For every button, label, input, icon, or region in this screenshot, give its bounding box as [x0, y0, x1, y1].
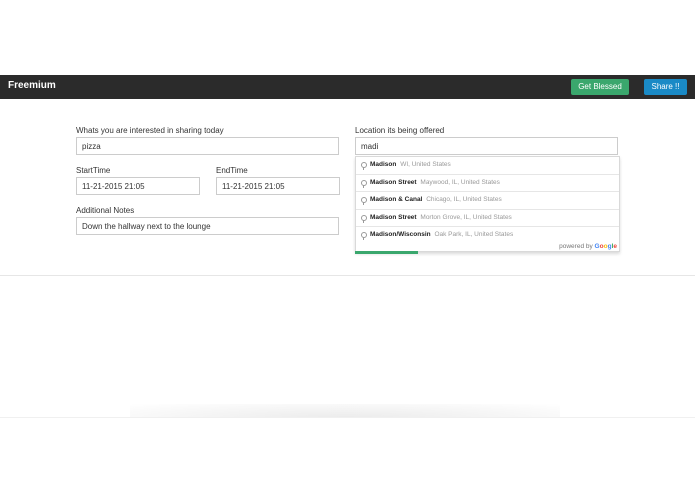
suggestion-secondary: Morton Grove, IL, United States	[420, 213, 512, 221]
end-time-input[interactable]: 11-21-2015 21:05	[216, 177, 340, 195]
interest-label: Whats you are interested in sharing toda…	[76, 126, 224, 135]
share-button[interactable]: Share !!	[644, 79, 687, 95]
suggestion-main: Madison/Wisconsin	[370, 231, 431, 239]
notes-label: Additional Notes	[76, 206, 135, 215]
location-input[interactable]: madi	[355, 137, 618, 155]
suggestion-main: Madison	[370, 161, 397, 168]
suggestion-item[interactable]: Madison/Wisconsin Oak Park, IL, United S…	[356, 227, 619, 244]
suggestion-main: Madison Street	[370, 213, 417, 221]
suggestion-main: Madison Street	[370, 178, 417, 186]
powered-by-text: powered by	[559, 243, 593, 250]
brand-title[interactable]: Freemium	[8, 80, 56, 91]
footer-shadow	[130, 404, 560, 418]
suggestion-secondary: Chicago, IL, United States	[426, 196, 502, 204]
location-label: Location its being offered	[355, 126, 445, 135]
suggestion-secondary: Oak Park, IL, United States	[434, 231, 514, 239]
suggestion-item[interactable]: Madison & Canal Chicago, IL, United Stat…	[356, 192, 619, 210]
location-pin-icon	[361, 232, 367, 241]
footer-divider	[0, 417, 695, 418]
suggestion-secondary: WI, United States	[400, 161, 451, 168]
location-pin-icon	[361, 214, 367, 223]
start-time-label: StartTime	[76, 166, 111, 175]
suggestion-secondary: Maywood, IL, United States	[420, 178, 500, 186]
suggestion-item[interactable]: Madison Street Maywood, IL, United State…	[356, 175, 619, 193]
google-logo: Google	[594, 243, 617, 250]
suggestion-item[interactable]: Madison WI, United States	[356, 157, 619, 175]
end-time-label: EndTime	[216, 166, 248, 175]
navbar: Freemium Get Blessed Share !!	[0, 75, 695, 99]
interest-input[interactable]: pizza	[76, 137, 339, 155]
powered-by-google: powered by Google	[559, 243, 617, 250]
suggestion-main: Madison & Canal	[370, 196, 423, 204]
get-blessed-button[interactable]: Get Blessed	[571, 79, 629, 95]
progress-bar	[355, 251, 418, 254]
location-pin-icon	[361, 179, 367, 188]
autocomplete-dropdown: Madison WI, United States Madison Street…	[355, 156, 620, 252]
notes-input[interactable]: Down the hallway next to the lounge	[76, 217, 339, 235]
start-time-input[interactable]: 11-21-2015 21:05	[76, 177, 200, 195]
location-pin-icon	[361, 162, 367, 170]
suggestion-item[interactable]: Madison Street Morton Grove, IL, United …	[356, 210, 619, 228]
location-pin-icon	[361, 197, 367, 206]
